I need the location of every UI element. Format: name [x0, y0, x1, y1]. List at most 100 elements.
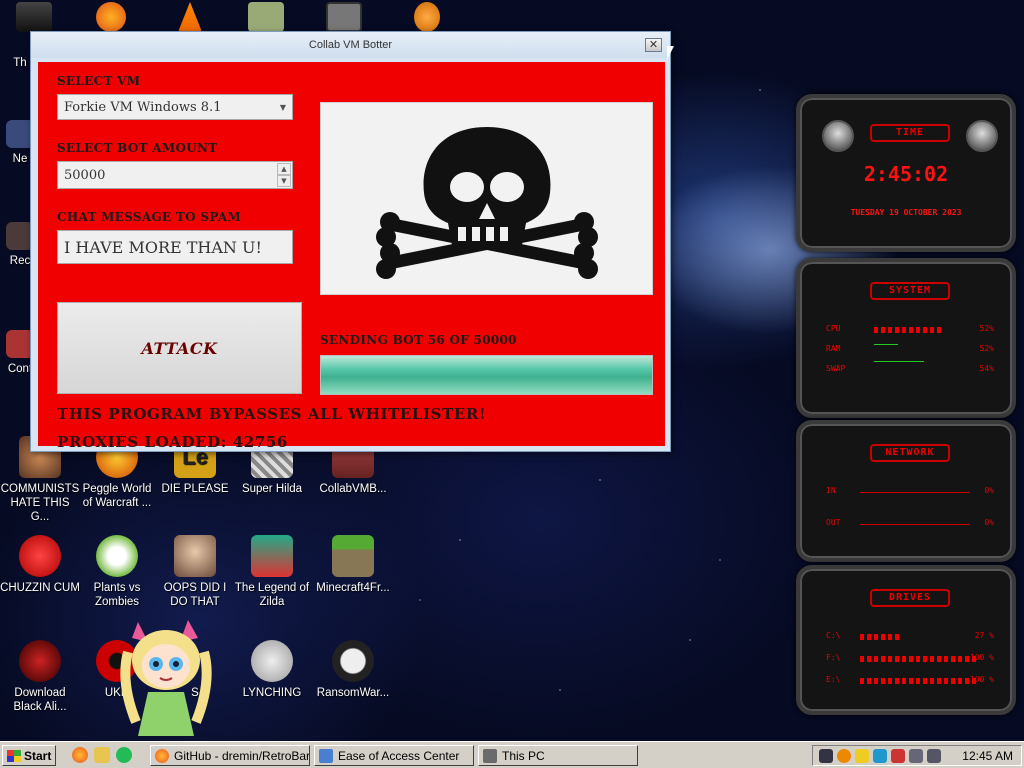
desktop-icon[interactable]: Minecraft4Fr... — [313, 535, 393, 595]
firefox-icon[interactable] — [72, 747, 88, 763]
row-value: 52% — [979, 324, 994, 333]
chevron-down-icon: ▼ — [279, 103, 286, 112]
icon-label: Th — [13, 57, 27, 69]
row-label: F:\ — [826, 653, 841, 662]
progress-bar — [320, 355, 653, 395]
taskbar: Start GitHub - dremin/RetroBar... Ease o… — [0, 741, 1024, 768]
desktop-icon[interactable]: RansomWar... — [313, 640, 393, 700]
hero-icon — [251, 535, 293, 577]
icon-label: Peggle World of Warcraft ... — [82, 483, 152, 509]
icon-label: Cont — [7, 363, 33, 375]
skull-crossbones-icon — [375, 126, 598, 279]
icon-label: The Legend of Zilda — [234, 582, 310, 608]
star-icon[interactable] — [855, 749, 869, 763]
ram-graph — [874, 344, 898, 345]
row-value: 54% — [979, 364, 994, 373]
attack-button[interactable]: ATTACK — [57, 302, 302, 394]
orange-icon[interactable] — [414, 2, 440, 32]
start-button[interactable]: Start — [2, 745, 56, 766]
close-button[interactable]: ✕ — [645, 38, 662, 52]
desktop-icon[interactable]: OOPS DID I DO THAT — [155, 535, 235, 609]
cpu-bar — [874, 327, 944, 333]
character-sticker — [118, 612, 214, 740]
vpn-icon — [251, 640, 293, 682]
spin-up-button[interactable]: ▲ — [277, 163, 291, 175]
row-label: SWAP — [826, 364, 846, 373]
chuzzle-icon — [19, 535, 61, 577]
icon-label: DIE PLEASE — [161, 483, 229, 495]
folder-icon[interactable] — [94, 747, 110, 763]
security-icon[interactable] — [891, 749, 905, 763]
firefox-icon[interactable] — [96, 2, 126, 32]
speaker-icon[interactable] — [927, 749, 941, 763]
bot-amount-stepper[interactable]: 50000 ▲ ▼ — [57, 161, 293, 189]
row-label: CPU — [826, 324, 841, 333]
start-label: Start — [24, 748, 52, 763]
taskbar-item-github[interactable]: GitHub - dremin/RetroBar... — [150, 745, 310, 766]
desktop-icon[interactable]: The Legend of Zilda — [232, 535, 312, 609]
taskbar-item-ease-of-access[interactable]: Ease of Access Center — [314, 745, 474, 766]
control-panel-icon — [319, 748, 333, 763]
row-value: 0% — [984, 486, 994, 495]
network-in-row: IN 0% — [826, 486, 994, 498]
desktop-icon[interactable]: Download Black Ali... — [0, 640, 80, 714]
date-text: TUESDAY 19 OCTOBER 2023 — [850, 208, 962, 217]
firefox-icon — [155, 748, 169, 763]
desktop-icon-partial-1[interactable] — [16, 2, 52, 32]
taskbar-item-this-pc[interactable]: This PC — [478, 745, 638, 766]
drives-header: DRIVES — [870, 589, 950, 607]
task-label: Ease of Access Center — [338, 748, 460, 763]
desktop-icon[interactable]: LYNCHING — [232, 640, 312, 700]
media-icon[interactable] — [248, 2, 284, 32]
taskbar-clock[interactable]: 12:45 AM — [962, 749, 1013, 763]
drive-e-row: E:\ 100 % — [826, 675, 994, 687]
icon-label: Plants vs Zombies — [93, 582, 141, 608]
task-label: This PC — [502, 748, 545, 763]
row-label: RAM — [826, 344, 841, 353]
spin-down-button[interactable]: ▼ — [277, 175, 291, 187]
desktop-icon[interactable]: Plants vs Zombies — [77, 535, 157, 609]
time-gadget: TIME 2:45:02 TUESDAY 19 OCTOBER 2023 — [796, 94, 1016, 252]
chat-message-input[interactable]: I HAVE MORE THAN U! — [57, 230, 293, 264]
portrait-icon — [174, 535, 216, 577]
network-in-graph — [860, 492, 970, 493]
alien-logo-icon — [822, 120, 854, 152]
row-value: 100 % — [969, 653, 994, 662]
windows-logo-icon — [7, 749, 21, 762]
alien-logo-icon — [966, 120, 998, 152]
app-window-icon[interactable] — [326, 2, 362, 32]
digital-clock: 2:45:02 — [863, 162, 949, 186]
bot-amount-value: 50000 — [64, 167, 106, 183]
icon-label: CHUZZIN CUM — [0, 582, 80, 594]
user-icon[interactable] — [873, 749, 887, 763]
icon-label: COMMUNISTS HATE THIS G... — [0, 483, 80, 523]
desktop-icon[interactable]: CHUZZIN CUM — [0, 535, 80, 595]
icon-label: Minecraft4Fr... — [316, 582, 390, 594]
search-icon[interactable] — [837, 749, 851, 763]
proxies-loaded-text: PROXIES LOADED: 42756 — [57, 433, 288, 451]
system-gadget: SYSTEM CPU 52% RAM 52% SWAP 54% — [796, 258, 1016, 418]
drive-f-row: F:\ 100 % — [826, 653, 994, 665]
row-label: OUT — [826, 518, 841, 527]
icon-label: Ne — [12, 153, 28, 165]
network-gadget: NETWORK IN 0% OUT 0% — [796, 420, 1016, 562]
select-vm-dropdown[interactable]: Forkie VM Windows 8.1 ▼ — [57, 94, 293, 120]
drive-c-row: C:\ 27 % — [826, 631, 994, 643]
icon-label: RansomWar... — [316, 687, 390, 699]
skull-icon — [332, 640, 374, 682]
chat-message-label: CHAT MESSAGE TO SPAM — [57, 210, 242, 224]
time-header: TIME — [870, 124, 950, 142]
skull-image — [320, 102, 653, 295]
alien-icon — [19, 640, 61, 682]
icon-label: Rec — [9, 255, 31, 267]
network-icon[interactable] — [909, 749, 923, 763]
ram-row: RAM 52% — [826, 344, 994, 356]
progress-fill — [321, 356, 652, 394]
select-vm-label: SELECT VM — [57, 74, 141, 88]
bot-amount-label: SELECT BOT AMOUNT — [57, 141, 218, 155]
network-out-graph — [860, 524, 970, 525]
row-label: IN — [826, 486, 836, 495]
shield-icon[interactable] — [819, 749, 833, 763]
chat-icon[interactable] — [116, 747, 132, 763]
row-label: E:\ — [826, 675, 841, 684]
